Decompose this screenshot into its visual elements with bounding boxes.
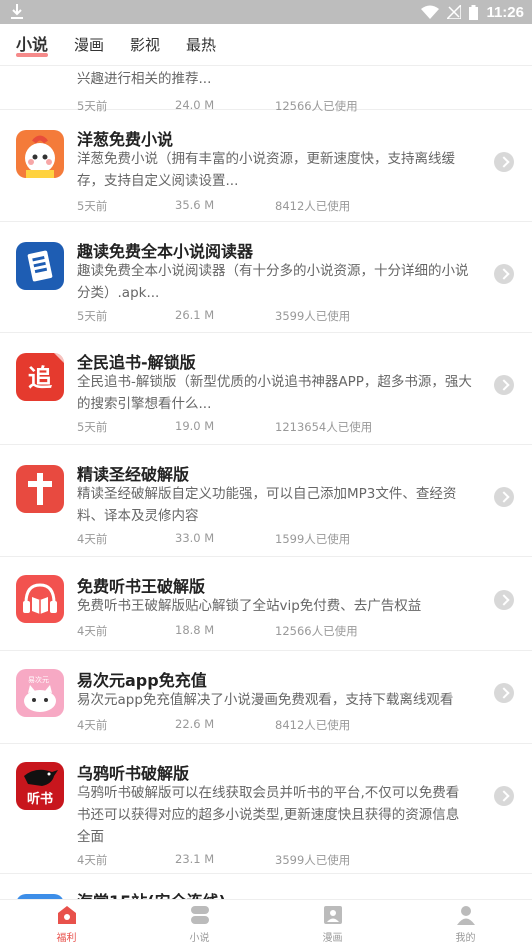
list-item[interactable]: 兴趣进行相关的推荐... 5天前 24.0 M 12566人已使用 [0,66,532,113]
item-description: 乌鸦听书破解版可以在线获取会员并听书的平台,不仅可以免费看书还可以获得对应的超多… [77,785,460,845]
category-tabs: 小说 漫画 影视 最热 [0,24,532,66]
item-size: 35.6 M [175,198,215,212]
chevron-right-icon[interactable] [494,590,514,610]
cross-icon [16,465,64,513]
chevron-right-icon[interactable] [494,152,514,172]
chevron-right-icon[interactable] [494,786,514,806]
crow-icon: 听书 [16,762,64,810]
item-users: 8412人已使用 [275,718,351,732]
item-time: 5天前 [77,199,108,213]
item-title: 海棠15站(安全连线) [77,888,226,899]
clock: 11:26 [486,3,524,21]
list-item[interactable]: 免费听书王破解版 免费听书王破解版贴心解锁了全站vip免付费、去广告权益 4天前… [0,557,532,651]
item-size: 23.1 M [175,852,215,866]
nav-novel[interactable]: 小说 [133,900,266,947]
tab-comic[interactable]: 漫画 [74,24,104,66]
nav-label: 漫画 [322,932,343,944]
item-title: 免费听书王破解版 [77,577,206,596]
novel-icon [190,905,209,924]
item-users: 1213654人已使用 [275,420,373,434]
svg-text:追: 追 [28,364,53,392]
item-title: 趣读免费全本小说阅读器 [77,242,254,261]
no-signal-icon [447,5,462,19]
item-users: 8412人已使用 [275,199,351,213]
book-reader-icon [16,242,64,290]
svg-text:听书: 听书 [27,791,53,807]
home-icon [57,905,76,924]
nav-welfare[interactable]: 福利 [0,900,133,947]
list-item[interactable]: 追 全民追书-解锁版 全民追书-解锁版（新型优质的小说追书神器APP，超多书源，… [0,333,532,445]
item-description: 趣读免费全本小说阅读器（有十分多的小说资源，十分详细的小说分类）.apk... [77,263,469,301]
list-item[interactable]: 趣读免费全本小说阅读器 趣读免费全本小说阅读器（有十分多的小说资源，十分详细的小… [0,222,532,333]
headphone-book-icon [16,575,64,623]
tab-hot[interactable]: 最热 [186,24,216,66]
item-users: 1599人已使用 [275,532,351,546]
profile-icon [456,905,475,925]
item-description: 免费听书王破解版贴心解锁了全站vip免付费、去广告权益 [77,598,422,614]
item-description: 易次元app免充值解决了小说漫画免费观看，支持下载离线观看 [77,692,454,708]
item-time: 4天前 [77,853,108,867]
tab-novel[interactable]: 小说 [16,24,49,66]
nav-profile[interactable]: 我的 [399,900,532,947]
nav-label: 小说 [189,932,210,944]
wifi-icon [421,5,440,19]
chevron-right-icon[interactable] [494,487,514,507]
list-item[interactable]: 洋葱免费小说 洋葱免费小说（拥有丰富的小说资源，更新速度快，支持离线缓存，支持自… [0,110,532,222]
item-description: 洋葱免费小说（拥有丰富的小说资源，更新速度快，支持离线缓存，支持自定义阅读设置.… [77,151,455,189]
list-item[interactable]: 精读圣经破解版 精读圣经破解版自定义功能强，可以自己添加MP3文件、查经资料、译… [0,445,532,557]
comic-icon [323,905,342,924]
item-time: 5天前 [77,309,108,323]
item-time: 5天前 [77,420,108,434]
status-bar: 11:26 [0,0,532,24]
zhui-char-icon: 追 [16,353,64,401]
item-title: 易次元app免充值 [77,671,207,690]
chevron-right-icon[interactable] [494,683,514,703]
item-title: 乌鸦听书破解版 [77,764,190,783]
nav-label: 福利 [56,932,77,944]
item-description: 兴趣进行相关的推荐... [77,71,212,87]
item-users: 3599人已使用 [275,853,351,867]
download-icon [11,4,23,19]
tab-video[interactable]: 影视 [130,24,160,66]
item-time: 4天前 [77,718,108,732]
list-item[interactable]: 海棠15站(安全连线) [0,874,532,899]
item-size: 19.0 M [175,419,215,433]
item-size: 33.0 M [175,531,215,545]
item-size: 26.1 M [175,308,215,322]
onion-mascot-icon [16,130,64,178]
list-item[interactable]: 易次元 易次元app免充值 易次元app免充值解决了小说漫画免费观看，支持下载离… [0,651,532,744]
item-size: 18.8 M [175,623,215,637]
list-item[interactable]: 听书 乌鸦听书破解版 乌鸦听书破解版可以在线获取会员并听书的平台,不仅可以免费看… [0,744,532,874]
chevron-right-icon[interactable] [494,375,514,395]
pink-cat-icon: 易次元 [16,669,64,717]
item-time: 4天前 [77,532,108,546]
svg-text:易次元: 易次元 [28,675,49,684]
item-title: 洋葱免费小说 [77,130,174,149]
nav-label: 我的 [455,932,476,944]
item-users: 12566人已使用 [275,624,358,638]
bottom-nav: 福利 小说 漫画 我的 [0,899,532,947]
item-title: 精读圣经破解版 [77,465,190,484]
item-title: 全民追书-解锁版 [77,353,196,372]
item-size: 22.6 M [175,717,215,731]
item-time: 4天前 [77,624,108,638]
nav-comic[interactable]: 漫画 [266,900,399,947]
battery-icon [469,4,479,20]
item-description: 精读圣经破解版自定义功能强，可以自己添加MP3文件、查经资料、译本及灵修内容 [77,486,457,524]
item-description: 全民追书-解锁版（新型优质的小说追书神器APP，超多书源，强大的搜索引擎想看什么… [77,374,472,412]
chevron-right-icon[interactable] [494,264,514,284]
item-users: 3599人已使用 [275,309,351,323]
app-list: 兴趣进行相关的推荐... 5天前 24.0 M 12566人已使用 洋葱免费小说… [0,66,532,899]
